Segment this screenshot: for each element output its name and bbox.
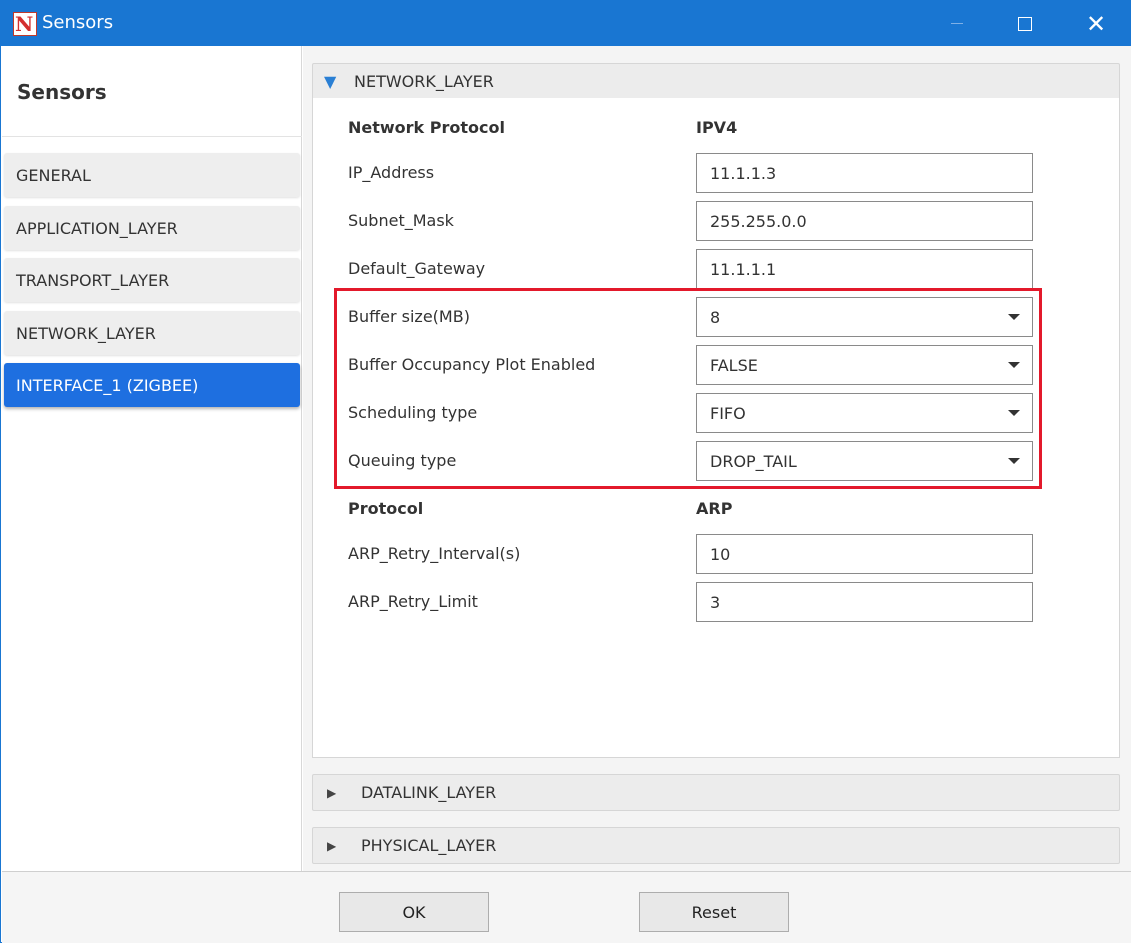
arp-retry-interval-value: 10 bbox=[710, 544, 731, 564]
minimize-icon bbox=[951, 23, 963, 24]
section-title: PHYSICAL_LAYER bbox=[361, 836, 497, 855]
collapsed-triangle-icon: ▶ bbox=[327, 785, 337, 800]
protocol-value: ARP bbox=[696, 499, 733, 518]
close-icon: ✕ bbox=[1085, 9, 1107, 38]
maximize-button[interactable] bbox=[1002, 1, 1048, 46]
collapsed-triangle-icon: ▶ bbox=[327, 838, 337, 853]
arp-retry-limit-label: ARP_Retry_Limit bbox=[348, 592, 478, 611]
reset-button[interactable]: Reset bbox=[639, 892, 789, 932]
footer-bar: OK Reset bbox=[2, 871, 1131, 943]
minimize-button[interactable] bbox=[934, 1, 980, 46]
ok-button[interactable]: OK bbox=[339, 892, 489, 932]
divider bbox=[2, 136, 302, 137]
section-title: DATALINK_LAYER bbox=[361, 783, 497, 802]
network-protocol-value: IPV4 bbox=[696, 118, 738, 137]
window-title: Sensors bbox=[42, 12, 114, 33]
section-title: NETWORK_LAYER bbox=[354, 72, 494, 91]
arp-retry-interval-field[interactable]: 10 bbox=[696, 534, 1033, 574]
arp-retry-limit-value: 3 bbox=[710, 592, 721, 612]
properties-panel: ▼ NETWORK_LAYER Network Protocol IPV4 IP… bbox=[303, 46, 1131, 871]
title-bar: N Sensors ✕ bbox=[1, 1, 1131, 46]
network-layer-body: Network Protocol IPV4 IP_Address 11.1.1.… bbox=[312, 98, 1120, 758]
default-gateway-field[interactable]: 11.1.1.1 bbox=[696, 249, 1033, 289]
ip-address-label: IP_Address bbox=[348, 163, 435, 182]
close-button[interactable]: ✕ bbox=[1073, 1, 1119, 46]
maximize-icon bbox=[1018, 16, 1032, 31]
default-gateway-value: 11.1.1.1 bbox=[710, 259, 777, 279]
sidebar: Sensors GENERAL APPLICATION_LAYER TRANSP… bbox=[2, 46, 302, 871]
sidebar-item-transport-layer[interactable]: TRANSPORT_LAYER bbox=[4, 258, 300, 302]
subnet-mask-value: 255.255.0.0 bbox=[710, 211, 807, 231]
subnet-mask-label: Subnet_Mask bbox=[348, 211, 454, 230]
expanded-triangle-icon: ▼ bbox=[324, 72, 337, 91]
highlight-rectangle bbox=[334, 288, 1042, 489]
default-gateway-label: Default_Gateway bbox=[348, 259, 486, 278]
datalink-layer-header[interactable]: ▶ DATALINK_LAYER bbox=[312, 774, 1120, 811]
sidebar-item-interface-1[interactable]: INTERFACE_1 (ZIGBEE) bbox=[4, 363, 300, 407]
arp-retry-interval-label: ARP_Retry_Interval(s) bbox=[348, 544, 521, 563]
sensors-dialog: N Sensors ✕ Sensors GENERAL APPLICATION_… bbox=[0, 0, 1131, 943]
arp-retry-limit-field[interactable]: 3 bbox=[696, 582, 1033, 622]
sidebar-title: Sensors bbox=[17, 80, 107, 104]
sidebar-item-general[interactable]: GENERAL bbox=[4, 153, 300, 197]
protocol-label: Protocol bbox=[348, 499, 424, 518]
network-protocol-label: Network Protocol bbox=[348, 118, 505, 137]
subnet-mask-field[interactable]: 255.255.0.0 bbox=[696, 201, 1033, 241]
app-logo-icon: N bbox=[13, 12, 37, 36]
ip-address-value: 11.1.1.3 bbox=[710, 163, 777, 183]
sidebar-item-network-layer[interactable]: NETWORK_LAYER bbox=[4, 311, 300, 355]
sidebar-item-application-layer[interactable]: APPLICATION_LAYER bbox=[4, 206, 300, 250]
physical-layer-header[interactable]: ▶ PHYSICAL_LAYER bbox=[312, 827, 1120, 864]
ip-address-field[interactable]: 11.1.1.3 bbox=[696, 153, 1033, 193]
network-layer-header[interactable]: ▼ NETWORK_LAYER bbox=[312, 63, 1120, 100]
